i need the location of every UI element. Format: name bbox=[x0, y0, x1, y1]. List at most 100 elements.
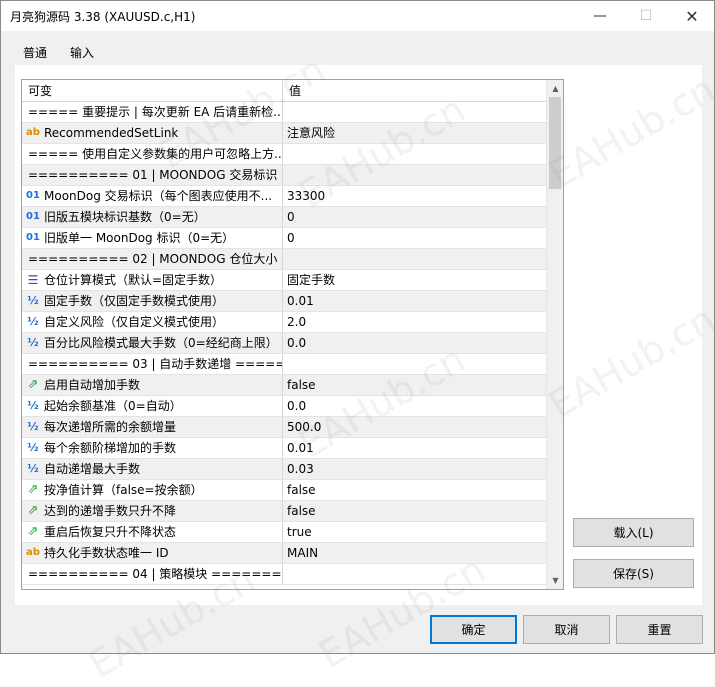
parameter-row[interactable]: ½ 每个余额阶梯增加的手数 0.01 bbox=[22, 438, 546, 459]
parameter-row[interactable]: ☰ 仓位计算模式（默认=固定手数） 固定手数 bbox=[22, 270, 546, 291]
load-button[interactable]: 载入(L) bbox=[573, 518, 694, 547]
minimize-icon[interactable]: — bbox=[577, 1, 623, 31]
parameter-value[interactable]: 0 bbox=[283, 207, 546, 227]
section-separator-row[interactable]: ===== 使用自定义参数集的用户可忽略上方... bbox=[22, 144, 546, 165]
parameter-name: 每个余额阶梯增加的手数 bbox=[44, 441, 177, 455]
parameter-row[interactable]: ½ 自动递增最大手数 0.03 bbox=[22, 459, 546, 480]
parameter-name-cell: 01 旧版单一 MoonDog 标识（0=无） bbox=[22, 228, 283, 248]
title-bar: 月亮狗源码 3.38 (XAUUSD.c,H1) — ☐ ✕ bbox=[1, 1, 714, 31]
parameter-name-cell: ab 持久化手数状态唯一 ID bbox=[22, 543, 283, 563]
parameter-name-cell: ⇗ 启用自动增加手数 bbox=[22, 375, 283, 395]
save-button[interactable]: 保存(S) bbox=[573, 559, 694, 588]
parameter-name: ========== 03 | 自动手数递增 =====... bbox=[28, 357, 283, 371]
parameter-value[interactable]: MAIN bbox=[283, 543, 546, 563]
cancel-button[interactable]: 取消 bbox=[523, 615, 610, 644]
parameter-value[interactable]: 500.0 bbox=[283, 417, 546, 437]
section-separator-row[interactable]: ===== 重要提示 | 每次更新 EA 后请重新检... bbox=[22, 102, 546, 123]
parameter-name: 持久化手数状态唯一 ID bbox=[44, 546, 169, 560]
parameter-row[interactable]: 01 旧版单一 MoonDog 标识（0=无） 0 bbox=[22, 228, 546, 249]
parameter-name-cell: ⇗ 达到的递增手数只升不降 bbox=[22, 501, 283, 521]
window-title: 月亮狗源码 3.38 (XAUUSD.c,H1) bbox=[10, 10, 196, 24]
column-header-value[interactable]: 值 bbox=[283, 80, 546, 102]
double-icon: ½ bbox=[27, 336, 39, 349]
parameter-value[interactable]: false bbox=[283, 480, 546, 500]
parameter-value[interactable]: false bbox=[283, 375, 546, 395]
reset-button[interactable]: 重置 bbox=[616, 615, 703, 644]
parameter-name-cell: ½ 固定手数（仅固定手数模式使用） bbox=[22, 291, 283, 311]
section-separator-row[interactable]: ========== 02 | MOONDOG 仓位大小 ... bbox=[22, 249, 546, 270]
parameter-value bbox=[283, 354, 546, 374]
parameter-value[interactable]: 2.0 bbox=[283, 312, 546, 332]
parameter-value bbox=[283, 249, 546, 269]
parameter-row[interactable]: 01 旧版五模块标识基数（0=无） 0 bbox=[22, 207, 546, 228]
parameter-value[interactable]: 0.0 bbox=[283, 396, 546, 416]
parameter-row[interactable]: ½ 每次递增所需的余额增量 500.0 bbox=[22, 417, 546, 438]
enum-list-icon: ☰ bbox=[27, 273, 39, 287]
parameter-row[interactable]: ½ 百分比风险模式最大手数（0=经纪商上限） 0.0 bbox=[22, 333, 546, 354]
parameter-name-cell: ========== 01 | MOONDOG 交易标识 ... bbox=[22, 165, 283, 185]
parameter-name-cell: ===== 使用自定义参数集的用户可忽略上方... bbox=[22, 144, 283, 164]
parameter-name-cell: ⇗ 重启后恢复只升不降状态 bbox=[22, 522, 283, 542]
section-separator-row[interactable]: ========== 03 | 自动手数递增 =====... bbox=[22, 354, 546, 375]
parameter-name: MoonDog 交易标识（每个图表应使用不... bbox=[44, 189, 273, 203]
scroll-down-icon[interactable]: ▼ bbox=[547, 572, 563, 589]
string-icon: ab bbox=[26, 547, 40, 558]
parameter-name-cell: ab RecommendedSetLink bbox=[22, 123, 283, 143]
parameter-name: 固定手数（仅固定手数模式使用） bbox=[44, 294, 225, 308]
parameter-value[interactable]: 0.0 bbox=[283, 333, 546, 353]
parameter-row[interactable]: ab 持久化手数状态唯一 ID MAIN bbox=[22, 543, 546, 564]
scroll-thumb[interactable] bbox=[549, 97, 561, 189]
parameter-name-cell: ½ 每个余额阶梯增加的手数 bbox=[22, 438, 283, 458]
string-icon: ab bbox=[26, 127, 40, 138]
bool-arrow-icon: ⇗ bbox=[27, 482, 39, 497]
parameter-row[interactable]: ab RecommendedSetLink 注意风险 bbox=[22, 123, 546, 144]
parameter-name: 自定义风险（仅自定义模式使用） bbox=[44, 315, 225, 329]
parameter-row[interactable]: 01 MoonDog 交易标识（每个图表应使用不... 33300 bbox=[22, 186, 546, 207]
bool-arrow-icon: ⇗ bbox=[27, 503, 39, 518]
double-icon: ½ bbox=[27, 462, 39, 475]
parameter-name: 重启后恢复只升不降状态 bbox=[44, 525, 177, 539]
parameter-row[interactable]: ⇗ 达到的递增手数只升不降 false bbox=[22, 501, 546, 522]
double-icon: ½ bbox=[27, 315, 39, 328]
parameter-name-cell: ½ 百分比风险模式最大手数（0=经纪商上限） bbox=[22, 333, 283, 353]
parameter-value[interactable]: 0.01 bbox=[283, 291, 546, 311]
parameter-row[interactable]: ⇗ 按净值计算（false=按余额） false bbox=[22, 480, 546, 501]
column-header-variable[interactable]: 可变 bbox=[22, 80, 283, 102]
parameter-row[interactable]: ⇗ 重启后恢复只升不降状态 true bbox=[22, 522, 546, 543]
ok-button[interactable]: 确定 bbox=[430, 615, 517, 644]
parameter-name: 百分比风险模式最大手数（0=经纪商上限） bbox=[44, 336, 278, 350]
parameter-name-cell: 01 旧版五模块标识基数（0=无） bbox=[22, 207, 283, 227]
section-separator-row[interactable]: ========== 04 | 策略模块 ==========... bbox=[22, 564, 546, 585]
parameter-value[interactable]: true bbox=[283, 522, 546, 542]
parameter-name-cell: ⇗ 按净值计算（false=按余额） bbox=[22, 480, 283, 500]
parameter-value[interactable]: 固定手数 bbox=[283, 270, 546, 290]
parameter-name-cell: ½ 起始余额基准（0=自动） bbox=[22, 396, 283, 416]
vertical-scrollbar[interactable]: ▲ ▼ bbox=[546, 80, 563, 589]
maximize-icon[interactable]: ☐ bbox=[623, 1, 669, 31]
parameter-name: 旧版五模块标识基数（0=无） bbox=[44, 210, 206, 224]
parameter-value[interactable]: 注意风险 bbox=[283, 123, 546, 143]
parameter-name: 启用自动增加手数 bbox=[44, 378, 141, 392]
parameter-value[interactable]: 0.01 bbox=[283, 438, 546, 458]
parameter-value[interactable]: 0.03 bbox=[283, 459, 546, 479]
parameter-row[interactable]: ½ 固定手数（仅固定手数模式使用） 0.01 bbox=[22, 291, 546, 312]
parameter-name-cell: ========== 04 | 策略模块 ==========... bbox=[22, 564, 283, 584]
parameter-name: 仓位计算模式（默认=固定手数） bbox=[44, 273, 223, 287]
parameter-value[interactable]: false bbox=[283, 501, 546, 521]
parameter-row[interactable]: ½ 自定义风险（仅自定义模式使用） 2.0 bbox=[22, 312, 546, 333]
scroll-up-icon[interactable]: ▲ bbox=[547, 80, 563, 97]
parameter-name-cell: ===== 重要提示 | 每次更新 EA 后请重新检... bbox=[22, 102, 283, 122]
parameter-name: ========== 04 | 策略模块 ==========... bbox=[28, 567, 282, 581]
double-icon: ½ bbox=[27, 441, 39, 454]
section-separator-row[interactable]: ========== 01 | MOONDOG 交易标识 ... bbox=[22, 165, 546, 186]
integer-icon: 01 bbox=[26, 211, 40, 222]
parameter-row[interactable]: ⇗ 启用自动增加手数 false bbox=[22, 375, 546, 396]
parameter-value[interactable]: 0 bbox=[283, 228, 546, 248]
parameter-value[interactable]: 33300 bbox=[283, 186, 546, 206]
close-icon[interactable]: ✕ bbox=[669, 1, 715, 31]
bool-arrow-icon: ⇗ bbox=[27, 524, 39, 539]
tab-inputs[interactable]: 输入 bbox=[70, 44, 94, 61]
tab-general[interactable]: 普通 bbox=[23, 44, 47, 61]
parameter-value bbox=[283, 564, 546, 584]
parameter-row[interactable]: ½ 起始余额基准（0=自动） 0.0 bbox=[22, 396, 546, 417]
